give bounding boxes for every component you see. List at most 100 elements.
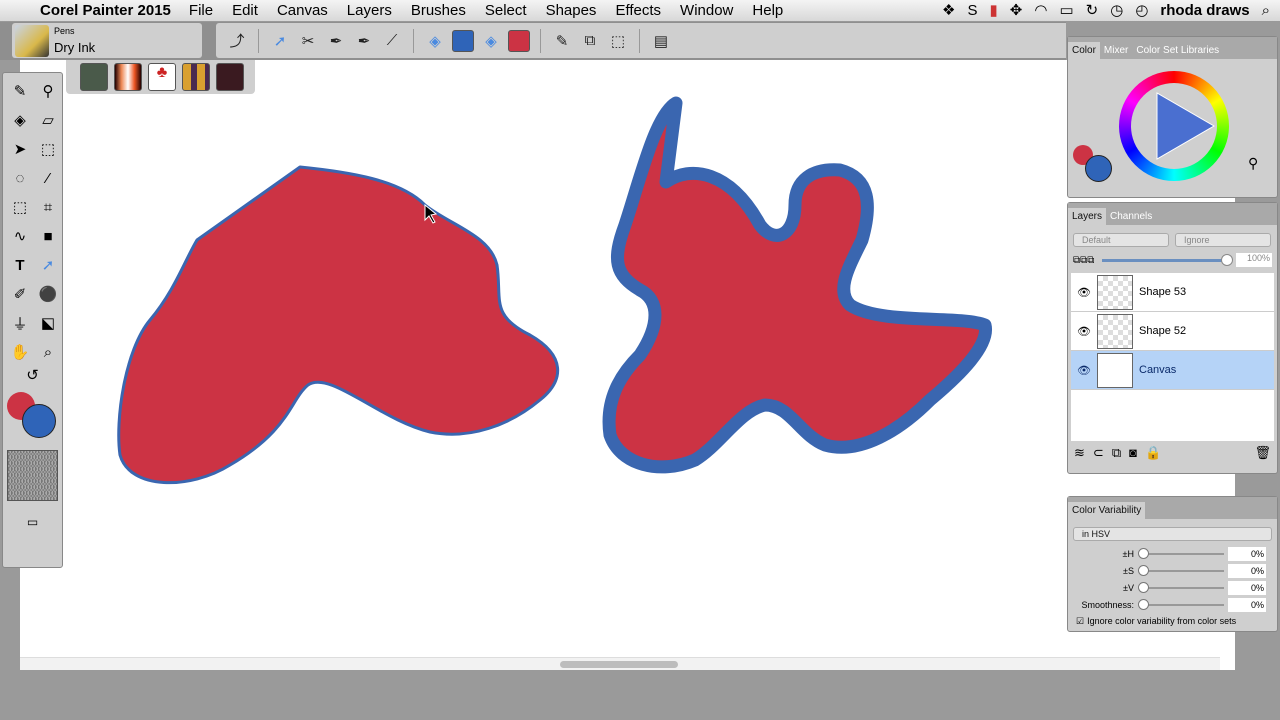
- perspective-icon[interactable]: ⬕: [34, 311, 62, 335]
- menu-select[interactable]: Select: [485, 2, 527, 19]
- tab-color[interactable]: Color: [1068, 42, 1100, 59]
- remove-point-icon[interactable]: ✒: [353, 30, 375, 52]
- skype-icon[interactable]: S: [968, 2, 978, 19]
- layer-row[interactable]: 👁 Canvas: [1071, 351, 1274, 390]
- saturation-field[interactable]: 0%: [1228, 563, 1266, 578]
- sync-icon[interactable]: ↻: [1086, 1, 1099, 19]
- composite-depth-select[interactable]: Ignore: [1175, 233, 1271, 247]
- visibility-eye-icon[interactable]: 👁: [1071, 364, 1097, 377]
- time-machine-icon[interactable]: ◷: [1110, 1, 1123, 19]
- reset-tool-icon[interactable]: ⤴: [226, 30, 248, 52]
- shape-selection-icon[interactable]: ➚: [269, 30, 291, 52]
- dropper-tool-icon[interactable]: ⚲: [34, 79, 62, 103]
- crop-icon[interactable]: ⌗: [34, 195, 62, 219]
- menu-brushes[interactable]: Brushes: [411, 2, 466, 19]
- rectangle-shape-icon[interactable]: ■: [34, 224, 62, 248]
- tab-layers[interactable]: Layers: [1068, 208, 1107, 225]
- magnifier-icon[interactable]: ⌕: [34, 340, 62, 364]
- display-icon[interactable]: ▭: [1059, 1, 1073, 19]
- drawing-canvas[interactable]: [20, 60, 1235, 670]
- layer-mask-icon[interactable]: ◙: [1129, 445, 1137, 461]
- new-layer-icon[interactable]: ⧉: [1112, 445, 1121, 461]
- menu-effects[interactable]: Effects: [615, 2, 661, 19]
- saturation-slider[interactable]: [1138, 564, 1224, 576]
- smoothness-field[interactable]: 0%: [1228, 597, 1266, 612]
- grabber-icon[interactable]: ✋: [6, 340, 34, 364]
- nozzle-icon[interactable]: ♣: [148, 63, 176, 91]
- text-tool-icon[interactable]: T: [6, 253, 34, 277]
- convert-to-selection-icon[interactable]: ⬚: [607, 30, 629, 52]
- transform-icon[interactable]: ⬚: [6, 195, 34, 219]
- smoothness-slider[interactable]: [1138, 598, 1224, 610]
- lasso-icon[interactable]: ◌: [6, 166, 34, 190]
- dropbox-icon[interactable]: ❖: [942, 1, 955, 19]
- paper-texture-swatch[interactable]: [7, 450, 58, 501]
- paint-bucket-icon[interactable]: ◈: [6, 108, 34, 132]
- weave-icon[interactable]: [182, 63, 210, 91]
- value-slider[interactable]: [1138, 581, 1224, 593]
- ignore-color-sets-option[interactable]: ☑ Ignore color variability from color se…: [1068, 613, 1277, 630]
- menu-file[interactable]: File: [189, 2, 213, 19]
- brush-selector[interactable]: Pens Dry Ink: [12, 23, 202, 58]
- move-icon[interactable]: ✥: [1010, 1, 1023, 19]
- layer-row[interactable]: 👁 Shape 53: [1071, 273, 1274, 312]
- horizontal-scrollbar[interactable]: [20, 657, 1220, 670]
- user-name[interactable]: rhoda draws: [1160, 2, 1249, 19]
- opacity-slider[interactable]: [1102, 253, 1233, 266]
- tab-mixer[interactable]: Mixer: [1100, 42, 1132, 59]
- mirror-icon[interactable]: ⏚: [6, 311, 34, 335]
- tab-color-set-libraries[interactable]: Color Set Libraries: [1132, 42, 1223, 59]
- fill-icon[interactable]: ◈: [480, 30, 502, 52]
- menu-canvas[interactable]: Canvas: [277, 2, 328, 19]
- scroll-thumb[interactable]: [560, 661, 678, 668]
- color-picker-icon[interactable]: ⚲: [1248, 155, 1258, 172]
- shape-attributes-icon[interactable]: ✎: [551, 30, 573, 52]
- rotate-page-icon[interactable]: ↺: [3, 366, 62, 384]
- value-field[interactable]: 0%: [1228, 580, 1266, 595]
- tab-channels[interactable]: Channels: [1106, 208, 1156, 225]
- fill-color-swatch[interactable]: [508, 29, 530, 52]
- layer-adjuster-icon[interactable]: ➤: [6, 137, 34, 161]
- brush-tool-icon[interactable]: ✎: [6, 79, 34, 103]
- shape-select-icon[interactable]: ➚: [34, 253, 62, 277]
- additional-color-swatch[interactable]: [1085, 155, 1112, 182]
- eraser-icon[interactable]: ▱: [34, 108, 62, 132]
- stroke-color-swatch[interactable]: [452, 29, 474, 52]
- opacity-field[interactable]: 100%: [1236, 253, 1272, 267]
- menu-window[interactable]: Window: [680, 2, 733, 19]
- flower-pattern-icon[interactable]: [80, 63, 108, 91]
- layer-row[interactable]: 👁 Shape 52: [1071, 312, 1274, 351]
- wifi-icon[interactable]: ◠: [1034, 1, 1047, 19]
- magic-wand-icon[interactable]: ⁄: [34, 166, 62, 190]
- trash-icon[interactable]: 🗑: [1254, 445, 1271, 461]
- rect-select-icon[interactable]: ⬚: [34, 137, 62, 161]
- cloner-icon[interactable]: ✐: [6, 282, 34, 306]
- stroke-icon[interactable]: ◈: [424, 30, 446, 52]
- menu-layers[interactable]: Layers: [347, 2, 392, 19]
- menu-edit[interactable]: Edit: [232, 2, 258, 19]
- hue-slider[interactable]: [1138, 547, 1224, 559]
- scissors-icon[interactable]: ✂: [297, 30, 319, 52]
- record-icon[interactable]: ▮: [990, 1, 998, 19]
- lock-icon[interactable]: 🔒: [1145, 445, 1161, 461]
- app-menu[interactable]: Corel Painter 2015: [40, 2, 171, 19]
- tab-color-variability[interactable]: Color Variability: [1068, 502, 1146, 519]
- visibility-eye-icon[interactable]: 👁: [1071, 325, 1097, 338]
- hue-field[interactable]: 0%: [1228, 546, 1266, 561]
- checkbox-checked-icon[interactable]: ☑: [1076, 616, 1084, 627]
- color-wheel[interactable]: [1119, 71, 1229, 181]
- layer-commands-icon[interactable]: ≋: [1074, 445, 1085, 461]
- preserve-transparency-icon[interactable]: ⧉⧉⧉: [1073, 255, 1094, 266]
- convert-point-icon[interactable]: ⟋: [381, 30, 403, 52]
- texture-icon[interactable]: [216, 63, 244, 91]
- screen-mode-icon[interactable]: ▭: [3, 515, 62, 529]
- dodge-icon[interactable]: ⚫: [34, 282, 62, 306]
- add-point-icon[interactable]: ✒: [325, 30, 347, 52]
- shape-52[interactable]: [117, 165, 559, 485]
- convert-to-layer-icon[interactable]: ⧉: [579, 30, 601, 52]
- variability-mode-select[interactable]: in HSV: [1073, 527, 1272, 541]
- composite-method-select[interactable]: Default: [1073, 233, 1169, 247]
- gradient-icon[interactable]: [114, 63, 142, 91]
- spotlight-icon[interactable]: ⌕: [1262, 2, 1270, 19]
- additional-color-swatch[interactable]: [22, 404, 56, 438]
